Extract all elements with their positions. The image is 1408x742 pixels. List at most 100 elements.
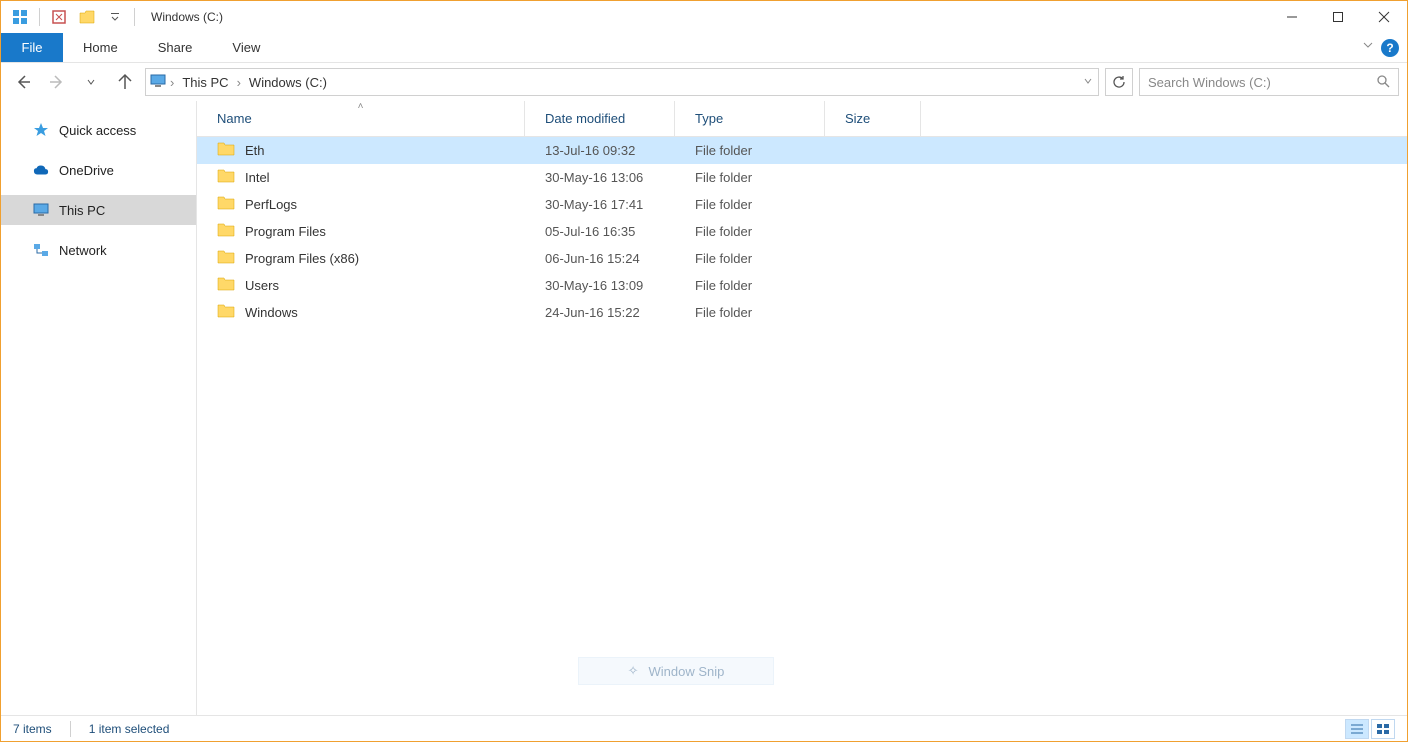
content-pane: Name ˄ Date modified Type Size Eth 13-Jul… bbox=[197, 101, 1407, 715]
file-date: 30-May-16 17:41 bbox=[525, 197, 675, 212]
breadcrumb-this-pc[interactable]: This PC bbox=[178, 75, 232, 90]
network-icon bbox=[33, 242, 49, 258]
window-title: Windows (C:) bbox=[143, 10, 223, 24]
search-icon bbox=[1376, 74, 1390, 91]
sidebar-item-label: OneDrive bbox=[59, 163, 114, 178]
cloud-icon bbox=[33, 162, 49, 178]
help-icon[interactable]: ? bbox=[1381, 39, 1399, 57]
snip-tooltip: ✧ Window Snip bbox=[578, 657, 774, 685]
nav-up-button[interactable] bbox=[111, 68, 139, 96]
folder-icon bbox=[217, 142, 235, 159]
ribbon-tab-view[interactable]: View bbox=[212, 33, 280, 62]
monitor-icon bbox=[33, 202, 49, 218]
minimize-button[interactable] bbox=[1269, 2, 1315, 32]
sidebar-item-label: Network bbox=[59, 243, 107, 258]
pc-icon bbox=[150, 73, 166, 92]
file-type: File folder bbox=[675, 197, 825, 212]
file-name: PerfLogs bbox=[245, 197, 297, 212]
main-area: Quick access OneDrive This PC Network Na… bbox=[1, 101, 1407, 715]
nav-forward-button[interactable] bbox=[43, 68, 71, 96]
file-name: Users bbox=[245, 278, 279, 293]
folder-icon bbox=[217, 277, 235, 294]
close-button[interactable] bbox=[1361, 2, 1407, 32]
table-row[interactable]: Program Files (x86) 06-Jun-16 15:24File f… bbox=[197, 245, 1407, 272]
file-name: Program Files bbox=[245, 224, 326, 239]
view-details-button[interactable] bbox=[1345, 719, 1369, 739]
ribbon-file-tab[interactable]: File bbox=[1, 33, 63, 62]
star-icon bbox=[33, 122, 49, 138]
table-row[interactable]: Intel 30-May-16 13:06File folder bbox=[197, 164, 1407, 191]
qat-folder-icon[interactable] bbox=[76, 6, 98, 28]
file-list: Eth13-Jul-16 09:32File folderIntel30-May… bbox=[197, 137, 1407, 326]
table-row[interactable]: Windows 24-Jun-16 15:22File folder bbox=[197, 299, 1407, 326]
breadcrumb-drive[interactable]: Windows (C:) bbox=[245, 75, 331, 90]
table-row[interactable]: Program Files 05-Jul-16 16:35File folder bbox=[197, 218, 1407, 245]
chevron-right-icon[interactable]: › bbox=[170, 75, 174, 90]
sidebar-item-onedrive[interactable]: OneDrive bbox=[1, 155, 196, 185]
column-headers: Name ˄ Date modified Type Size bbox=[197, 101, 1407, 137]
table-row[interactable]: Eth 13-Jul-16 09:32File folder bbox=[197, 137, 1407, 164]
column-header-type[interactable]: Type bbox=[675, 101, 825, 136]
file-type: File folder bbox=[675, 305, 825, 320]
status-bar: 7 items 1 item selected bbox=[1, 715, 1407, 741]
file-type: File folder bbox=[675, 143, 825, 158]
maximize-button[interactable] bbox=[1315, 2, 1361, 32]
sort-ascending-icon: ˄ bbox=[358, 101, 364, 112]
file-name: Program Files (x86) bbox=[245, 251, 359, 266]
ribbon-expand-icon[interactable] bbox=[1361, 38, 1375, 57]
view-thumbnails-button[interactable] bbox=[1371, 719, 1395, 739]
file-name: Eth bbox=[245, 143, 265, 158]
file-type: File folder bbox=[675, 170, 825, 185]
file-date: 06-Jun-16 15:24 bbox=[525, 251, 675, 266]
file-date: 30-May-16 13:06 bbox=[525, 170, 675, 185]
folder-icon bbox=[217, 196, 235, 213]
folder-icon bbox=[217, 223, 235, 240]
file-date: 13-Jul-16 09:32 bbox=[525, 143, 675, 158]
nav-recent-dropdown[interactable] bbox=[77, 68, 105, 96]
table-row[interactable]: PerfLogs 30-May-16 17:41File folder bbox=[197, 191, 1407, 218]
search-input[interactable]: Search Windows (C:) bbox=[1139, 68, 1399, 96]
column-header-date[interactable]: Date modified bbox=[525, 101, 675, 136]
file-type: File folder bbox=[675, 278, 825, 293]
status-item-count: 7 items bbox=[13, 722, 52, 736]
column-header-size[interactable]: Size bbox=[825, 101, 921, 136]
title-separator bbox=[134, 8, 135, 26]
file-date: 05-Jul-16 16:35 bbox=[525, 224, 675, 239]
ribbon-tab-share[interactable]: Share bbox=[138, 33, 213, 62]
file-type: File folder bbox=[675, 251, 825, 266]
file-type: File folder bbox=[675, 224, 825, 239]
ribbon: File Home Share View ? bbox=[1, 33, 1407, 63]
nav-back-button[interactable] bbox=[9, 68, 37, 96]
refresh-button[interactable] bbox=[1105, 68, 1133, 96]
folder-icon bbox=[217, 169, 235, 186]
sidebar-item-quick-access[interactable]: Quick access bbox=[1, 115, 196, 145]
search-placeholder: Search Windows (C:) bbox=[1148, 75, 1271, 90]
sidebar-item-network[interactable]: Network bbox=[1, 235, 196, 265]
file-name: Windows bbox=[245, 305, 298, 320]
folder-icon bbox=[217, 250, 235, 267]
status-selection: 1 item selected bbox=[89, 722, 170, 736]
file-date: 30-May-16 13:09 bbox=[525, 278, 675, 293]
address-bar[interactable]: › This PC › Windows (C:) bbox=[145, 68, 1099, 96]
sidebar: Quick access OneDrive This PC Network bbox=[1, 101, 197, 715]
column-header-name[interactable]: Name ˄ bbox=[197, 101, 525, 136]
status-separator bbox=[70, 721, 71, 737]
qat-properties-icon[interactable] bbox=[48, 6, 70, 28]
file-name: Intel bbox=[245, 170, 270, 185]
qat-separator bbox=[39, 8, 40, 26]
sidebar-item-label: This PC bbox=[59, 203, 105, 218]
snip-icon: ✧ bbox=[628, 663, 639, 679]
snip-label: Window Snip bbox=[649, 664, 725, 679]
address-dropdown-icon[interactable] bbox=[1082, 75, 1094, 90]
qat-dropdown-icon[interactable] bbox=[104, 6, 126, 28]
table-row[interactable]: Users 30-May-16 13:09File folder bbox=[197, 272, 1407, 299]
titlebar: Windows (C:) bbox=[1, 1, 1407, 33]
sidebar-item-this-pc[interactable]: This PC bbox=[1, 195, 196, 225]
app-icon[interactable] bbox=[9, 6, 31, 28]
address-row: › This PC › Windows (C:) Search Windows … bbox=[1, 63, 1407, 101]
file-date: 24-Jun-16 15:22 bbox=[525, 305, 675, 320]
ribbon-tab-home[interactable]: Home bbox=[63, 33, 138, 62]
sidebar-item-label: Quick access bbox=[59, 123, 136, 138]
folder-icon bbox=[217, 304, 235, 321]
chevron-right-icon[interactable]: › bbox=[237, 75, 241, 90]
